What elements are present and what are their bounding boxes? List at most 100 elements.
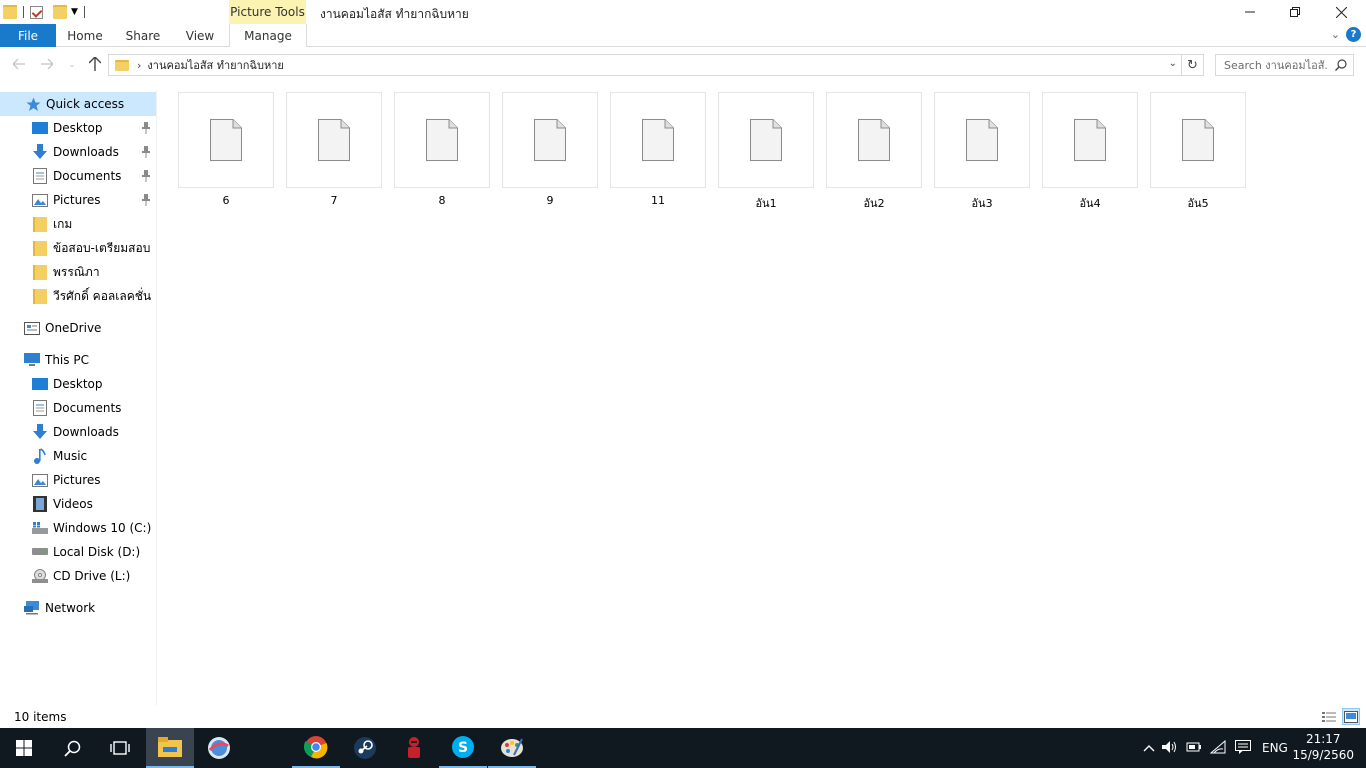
breadcrumb-chevron-icon[interactable]: › (137, 59, 141, 72)
search-input[interactable] (1224, 58, 1328, 72)
sidebar-item-drive-l[interactable]: CD Drive (L:) (0, 564, 156, 588)
file-name[interactable]: 9 (502, 194, 598, 207)
file-item[interactable]: 7 (286, 92, 382, 207)
restore-button[interactable] (1272, 0, 1318, 24)
volume-icon[interactable] (1158, 740, 1182, 757)
file-item[interactable]: 9 (502, 92, 598, 207)
file-name[interactable]: 8 (394, 194, 490, 207)
sidebar-item-drive-d[interactable]: Local Disk (D:) (0, 540, 156, 564)
taskbar-file-explorer[interactable] (146, 728, 194, 768)
show-hidden-icons-chevron-icon[interactable] (1140, 741, 1158, 755)
file-thumbnail[interactable] (178, 92, 274, 188)
sidebar-item-pc-documents[interactable]: Documents (0, 396, 156, 420)
file-thumbnail[interactable] (718, 92, 814, 188)
sidebar-item-downloads[interactable]: Downloads (0, 140, 156, 164)
forward-button[interactable] (37, 55, 57, 73)
help-icon[interactable]: ? (1346, 27, 1361, 42)
file-thumbnail[interactable] (394, 92, 490, 188)
action-center-icon[interactable] (1230, 739, 1256, 757)
tab-file[interactable]: File (0, 24, 56, 47)
tab-home[interactable]: Home (56, 24, 114, 47)
address-bar[interactable]: › งานคอมไอสัส ทำยากฉิบหาย ⌄ (108, 54, 1182, 76)
file-name[interactable]: อัน1 (718, 194, 814, 212)
pin-icon[interactable] (141, 146, 151, 158)
file-thumbnail[interactable] (1042, 92, 1138, 188)
sidebar-item-pc-desktop[interactable]: Desktop (0, 372, 156, 396)
sidebar-item-onedrive[interactable]: OneDrive (0, 316, 156, 340)
recent-locations-button[interactable]: ⌄ (62, 55, 82, 73)
clock[interactable]: 21:17 15/9/2560 (1292, 731, 1354, 763)
tab-view[interactable]: View (172, 24, 228, 47)
file-thumbnail[interactable] (610, 92, 706, 188)
sidebar-item-folder-exam[interactable]: ข้อสอบ-เตรียมสอบ (0, 236, 156, 260)
taskbar-paint-app[interactable] (488, 728, 536, 768)
sidebar-item-drive-c[interactable]: Windows 10 (C:) (0, 516, 156, 540)
file-thumbnail[interactable] (502, 92, 598, 188)
language-indicator[interactable]: ENG (1262, 741, 1288, 755)
sidebar-item-folder-pannipa[interactable]: พรรณิภา (0, 260, 156, 284)
properties-icon[interactable] (30, 5, 43, 19)
start-button[interactable] (0, 728, 48, 768)
sidebar-item-pc-pictures[interactable]: Pictures (0, 468, 156, 492)
address-dropdown-icon[interactable]: ⌄ (1169, 58, 1177, 69)
refresh-button[interactable]: ↻ (1182, 54, 1204, 76)
wifi-icon[interactable] (1206, 739, 1230, 757)
file-name[interactable]: 6 (178, 194, 274, 207)
back-button[interactable] (9, 55, 29, 73)
sidebar-item-pc-downloads[interactable]: Downloads (0, 420, 156, 444)
file-name[interactable]: อัน5 (1150, 194, 1246, 212)
sidebar-item-folder-collection[interactable]: วีรศักดิ์ คอลเลคชั่น (0, 284, 156, 308)
file-name[interactable]: 11 (610, 194, 706, 207)
sidebar-item-network[interactable]: Network (0, 596, 156, 620)
file-item[interactable]: อัน5 (1150, 92, 1246, 212)
taskbar-steam[interactable] (341, 728, 389, 768)
file-name[interactable]: อัน2 (826, 194, 922, 212)
expand-ribbon-icon[interactable]: ⌄ (1331, 28, 1340, 41)
file-thumbnail[interactable] (1150, 92, 1246, 188)
file-thumbnail[interactable] (826, 92, 922, 188)
chevron-down-icon[interactable]: ▼ (71, 7, 78, 17)
sidebar-item-quick-access[interactable]: Quick access (0, 92, 156, 116)
file-name[interactable]: 7 (286, 194, 382, 207)
file-item[interactable]: อัน4 (1042, 92, 1138, 212)
sidebar-item-pc-videos[interactable]: Videos (0, 492, 156, 516)
up-button[interactable] (85, 55, 105, 73)
new-folder-icon[interactable] (53, 5, 67, 19)
file-thumbnail[interactable] (286, 92, 382, 188)
file-item[interactable]: 11 (610, 92, 706, 207)
breadcrumb[interactable]: งานคอมไอสัส ทำยากฉิบหาย (147, 56, 283, 74)
search-icon[interactable] (1335, 59, 1347, 71)
taskbar-skype[interactable]: S (439, 728, 487, 768)
pin-icon[interactable] (141, 194, 151, 206)
close-button[interactable] (1318, 0, 1364, 24)
search-taskbar-button[interactable] (48, 728, 96, 768)
sidebar-item-pc-music[interactable]: Music (0, 444, 156, 468)
tab-share[interactable]: Share (114, 24, 172, 47)
task-view-button[interactable] (96, 728, 144, 768)
minimize-button[interactable] (1227, 0, 1273, 24)
sidebar-item-this-pc[interactable]: This PC (0, 348, 156, 372)
pin-icon[interactable] (141, 170, 151, 182)
battery-icon[interactable] (1182, 741, 1206, 756)
taskbar-game-app[interactable] (390, 728, 438, 768)
file-name[interactable]: อัน4 (1042, 194, 1138, 212)
sidebar-item-documents[interactable]: Documents (0, 164, 156, 188)
taskbar-browser-app[interactable] (195, 728, 243, 768)
pin-icon[interactable] (141, 122, 151, 134)
sidebar-item-desktop[interactable]: Desktop (0, 116, 156, 140)
file-thumbnail[interactable] (934, 92, 1030, 188)
large-icons-view-button[interactable] (1342, 708, 1360, 725)
file-item[interactable]: 6 (178, 92, 274, 207)
file-name[interactable]: อัน3 (934, 194, 1030, 212)
sidebar-item-folder-game[interactable]: เกม (0, 212, 156, 236)
file-item[interactable]: อัน3 (934, 92, 1030, 212)
sidebar-item-pictures[interactable]: Pictures (0, 188, 156, 212)
file-item[interactable]: อัน1 (718, 92, 814, 212)
folder-icon (3, 5, 17, 19)
file-item[interactable]: 8 (394, 92, 490, 207)
tab-manage[interactable]: Manage (229, 24, 307, 47)
file-item[interactable]: อัน2 (826, 92, 922, 212)
details-view-button[interactable] (1320, 708, 1338, 725)
search-box[interactable] (1215, 54, 1354, 76)
taskbar-chrome[interactable] (292, 728, 340, 768)
